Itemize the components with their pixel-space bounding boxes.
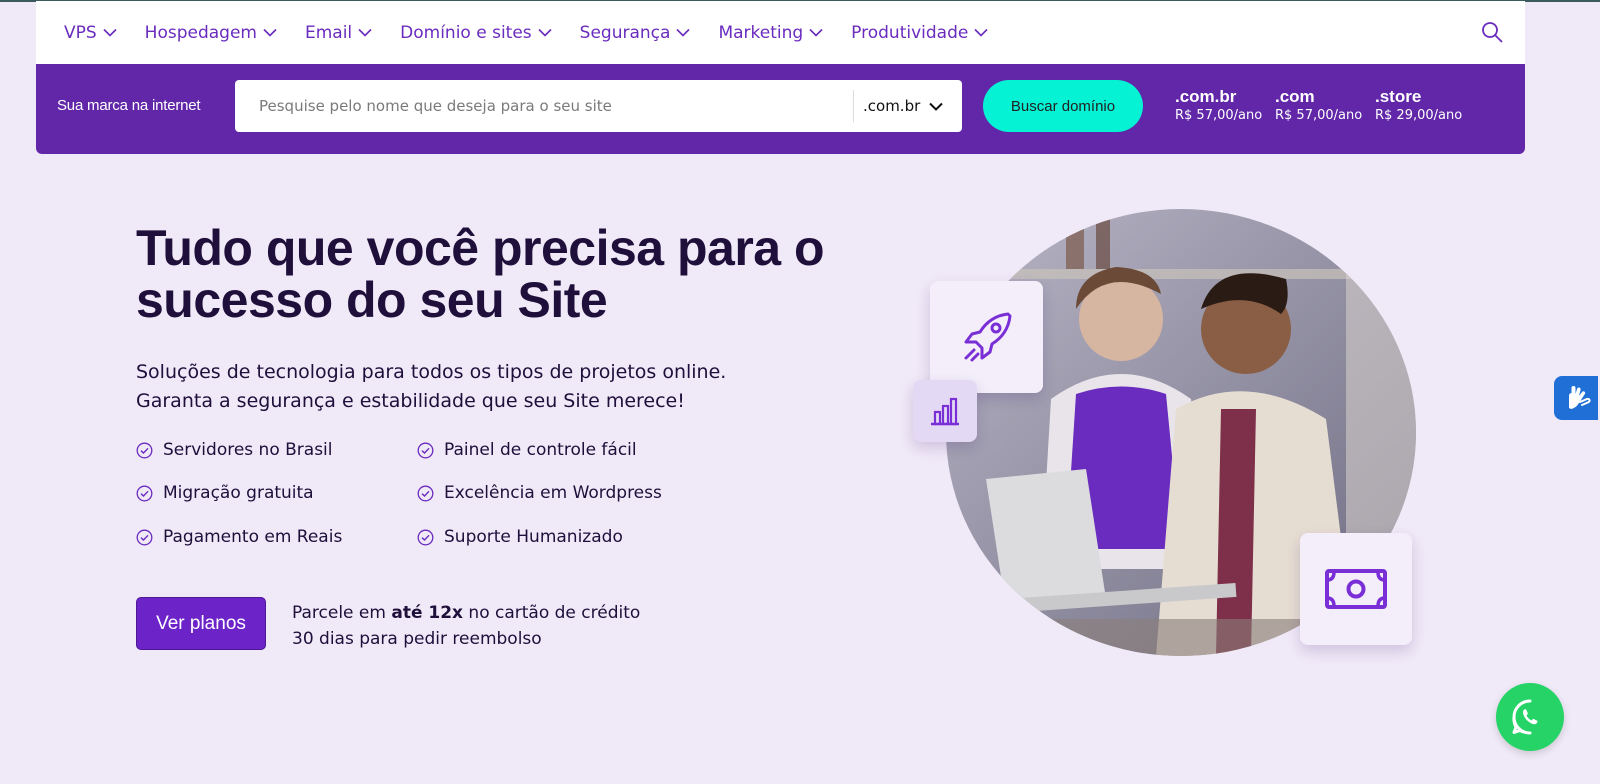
money-card <box>1300 533 1412 645</box>
check-circle-icon <box>417 529 434 545</box>
feature-item: Painel de controle fácil <box>417 440 637 460</box>
chevron-down-icon <box>676 28 691 37</box>
chevron-down-icon <box>538 28 552 37</box>
check-circle-icon <box>417 485 434 501</box>
search-icon[interactable] <box>1481 21 1503 43</box>
nav-item-label: Hospedagem <box>144 22 257 43</box>
note-text-pre: Parcele em <box>292 603 392 623</box>
domain-price-com[interactable]: .com R$ 57,00/ano <box>1275 87 1362 123</box>
feature-label: Pagamento em Reais <box>163 527 343 547</box>
feature-label: Suporte Humanizado <box>444 527 623 547</box>
note-text-post: no cartão de crédito <box>463 603 641 623</box>
domain-search-box: .com.br <box>235 80 962 132</box>
domain-bar-label: Sua marca na internet <box>57 97 201 114</box>
whatsapp-icon <box>1512 699 1538 735</box>
feature-item: Pagamento em Reais <box>136 527 342 547</box>
feature-item: Migração gratuita <box>136 483 314 503</box>
hero-subtitle-line-1: Soluções de tecnologia para todos os tip… <box>136 361 727 383</box>
chart-card <box>913 380 977 442</box>
nav-item-label: Email <box>304 22 353 43</box>
nav-item-seguranca[interactable]: Segurança <box>580 23 691 43</box>
bar-chart-icon <box>931 397 959 426</box>
hero-title-line-1: Tudo que você precisa para o <box>136 220 825 276</box>
price-value: R$ 57,00/ano <box>1275 108 1363 123</box>
rocket-icon <box>964 312 1011 362</box>
sign-language-icon <box>1569 386 1591 409</box>
search-domain-button[interactable]: Buscar domínio <box>983 80 1143 132</box>
price-tld: .store <box>1375 87 1422 106</box>
nav-item-label: Segurança <box>579 22 671 43</box>
tld-selected-value: .com.br <box>863 97 921 115</box>
hero-title: Tudo que você precisa para o sucesso do … <box>136 222 896 326</box>
nav-item-vps[interactable]: VPS <box>64 23 117 43</box>
main-navigation: VPS Hospedagem Email Domínio e sites Seg… <box>36 1 1525 64</box>
chevron-down-icon <box>929 102 943 111</box>
nav-item-label: Domínio e sites <box>400 22 532 43</box>
feature-label: Migração gratuita <box>163 483 314 503</box>
payment-note: Parcele em até 12x no cartão de crédito … <box>292 600 640 652</box>
nav-item-marketing[interactable]: Marketing <box>718 23 823 43</box>
tld-dropdown[interactable]: .com.br <box>853 90 962 122</box>
whatsapp-button[interactable] <box>1496 683 1564 751</box>
feature-item: Servidores no Brasil <box>136 440 333 460</box>
chevron-down-icon <box>809 28 823 37</box>
domain-price-store[interactable]: .store R$ 29,00/ano <box>1375 87 1462 123</box>
chevron-down-icon <box>974 28 988 37</box>
price-value: R$ 57,00/ano <box>1175 108 1263 123</box>
price-tld: .com <box>1275 87 1315 106</box>
note-text-bold: até 12x <box>391 603 464 623</box>
chevron-down-icon <box>263 28 277 37</box>
domain-price-combr[interactable]: .com.br R$ 57,00/ano <box>1175 87 1262 123</box>
domain-search-input[interactable] <box>235 80 853 132</box>
chevron-down-icon <box>103 28 117 37</box>
feature-item: Suporte Humanizado <box>417 527 623 547</box>
feature-label: Excelência em Wordpress <box>444 483 662 503</box>
chevron-down-icon <box>358 28 372 37</box>
feature-label: Painel de controle fácil <box>444 440 637 460</box>
nav-item-label: Produtividade <box>851 22 969 43</box>
hero-subtitle: Soluções de tecnologia para todos os tip… <box>136 358 836 416</box>
nav-item-produtividade[interactable]: Produtividade <box>851 23 988 43</box>
money-icon <box>1325 569 1387 609</box>
feature-label: Servidores no Brasil <box>163 440 333 460</box>
rocket-card <box>930 281 1043 393</box>
hero-title-line-2: sucesso do seu Site <box>136 272 608 328</box>
domain-search-bar: Sua marca na internet .com.br Buscar dom… <box>36 64 1525 154</box>
nav-item-dominio-e-sites[interactable]: Domínio e sites <box>400 23 552 43</box>
hero-subtitle-line-2: Garanta a segurança e estabilidade que s… <box>136 390 685 412</box>
check-circle-icon <box>417 442 434 458</box>
check-circle-icon <box>136 485 153 501</box>
feature-item: Excelência em Wordpress <box>417 483 662 503</box>
nav-item-label: Marketing <box>718 22 804 43</box>
price-tld: .com.br <box>1175 87 1237 106</box>
check-circle-icon <box>136 529 153 545</box>
nav-item-label: VPS <box>64 22 97 43</box>
nav-item-hospedagem[interactable]: Hospedagem <box>145 23 277 43</box>
check-circle-icon <box>136 442 153 458</box>
nav-item-email[interactable]: Email <box>305 23 372 43</box>
note-line-2: 30 dias para pedir reembolso <box>292 629 542 649</box>
price-value: R$ 29,00/ano <box>1375 108 1463 123</box>
accessibility-button[interactable] <box>1554 376 1598 420</box>
view-plans-button[interactable]: Ver planos <box>136 597 266 650</box>
